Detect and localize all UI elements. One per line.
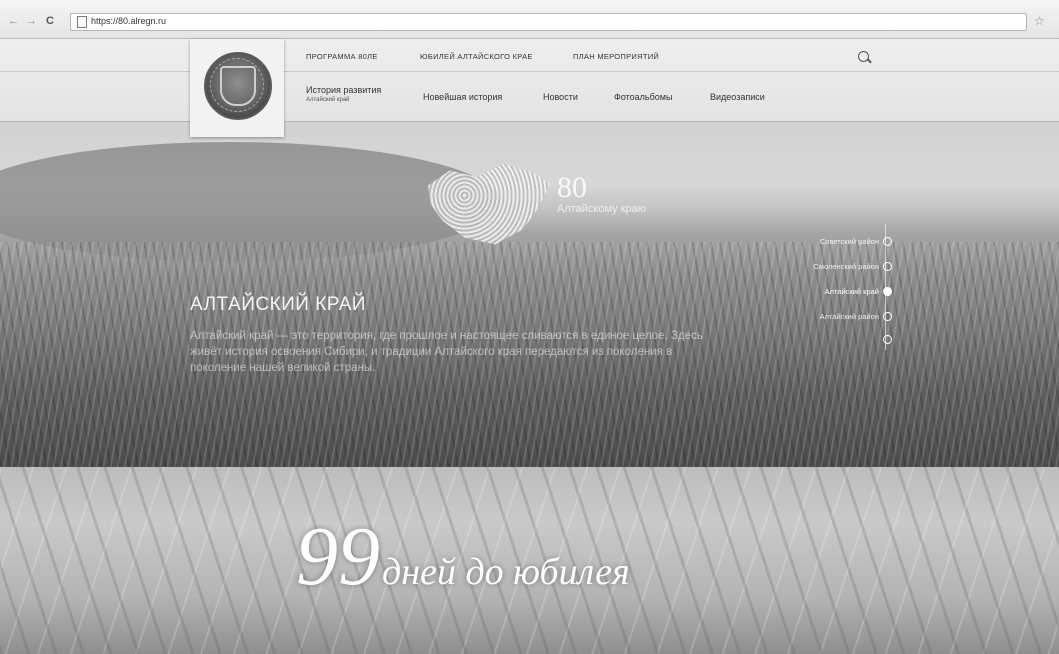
topnav-program[interactable]: ПРОГРАММА 80ЛЕ xyxy=(306,52,378,61)
star-icon[interactable]: ☆ xyxy=(1034,14,1045,28)
countdown-text: дней до юбилея xyxy=(382,551,630,593)
countdown-number: 99 xyxy=(296,510,380,603)
reload-icon[interactable]: C xyxy=(46,15,54,27)
forward-icon[interactable]: → xyxy=(26,15,37,27)
search-icon[interactable] xyxy=(858,51,869,62)
address-bar[interactable]: https://80.alregn.ru xyxy=(70,13,1027,31)
radio-dot-icon xyxy=(883,334,892,344)
url-text: https://80.alregn.ru xyxy=(91,16,167,26)
coat-of-arms-icon xyxy=(204,52,272,120)
nav-news[interactable]: Новости xyxy=(543,92,578,102)
header-divider xyxy=(0,71,1059,72)
countdown: 99дней до юбилея xyxy=(296,515,630,599)
history-subtitle: Алтайский край xyxy=(306,97,350,103)
hero-section: 80 Алтайскому краю АЛТАЙСКИЙ КРАЙ Алтайс… xyxy=(0,122,1059,467)
page-icon xyxy=(77,16,87,28)
back-icon[interactable]: ← xyxy=(8,15,19,27)
hero-paragraph: Алтайский край — это территория, где про… xyxy=(190,330,703,374)
nav-photo-albums[interactable]: Фотоальбомы xyxy=(614,92,672,102)
radio-dot-icon xyxy=(883,286,892,296)
region-item[interactable] xyxy=(879,332,892,346)
region-item-active[interactable]: Алтайский край xyxy=(825,284,892,298)
site-logo[interactable] xyxy=(190,39,284,137)
topnav-plan[interactable]: ПЛАН МЕРОПРИЯТИЙ xyxy=(573,52,659,61)
history-title: История развития xyxy=(306,85,382,95)
countdown-section: 99дней до юбилея xyxy=(0,467,1059,654)
region-item[interactable]: Советский район xyxy=(820,234,892,248)
region-item[interactable]: Алтайский район xyxy=(820,309,892,323)
anniversary-emblem-label: 80 Алтайскому краю xyxy=(557,171,647,216)
radio-dot-icon xyxy=(883,236,892,246)
hero-title: АЛТАЙСКИЙ КРАЙ xyxy=(190,294,367,315)
browser-toolbar: ← → C https://80.alregn.ru ☆ xyxy=(0,0,1059,39)
radio-dot-icon xyxy=(883,261,892,271)
nav-videos[interactable]: Видеозаписи xyxy=(710,92,765,102)
radio-dot-icon xyxy=(883,311,892,321)
site-header: ПРОГРАММА 80ЛЕ ЮБИЛЕЙ АЛТАЙСКОГО КРАЕ ПЛ… xyxy=(0,39,1059,137)
topnav-jubilee[interactable]: ЮБИЛЕЙ АЛТАЙСКОГО КРАЕ xyxy=(420,52,533,61)
nav-newest-history[interactable]: Новейшая история xyxy=(423,92,502,102)
region-item[interactable]: Смоленский район xyxy=(813,259,892,273)
